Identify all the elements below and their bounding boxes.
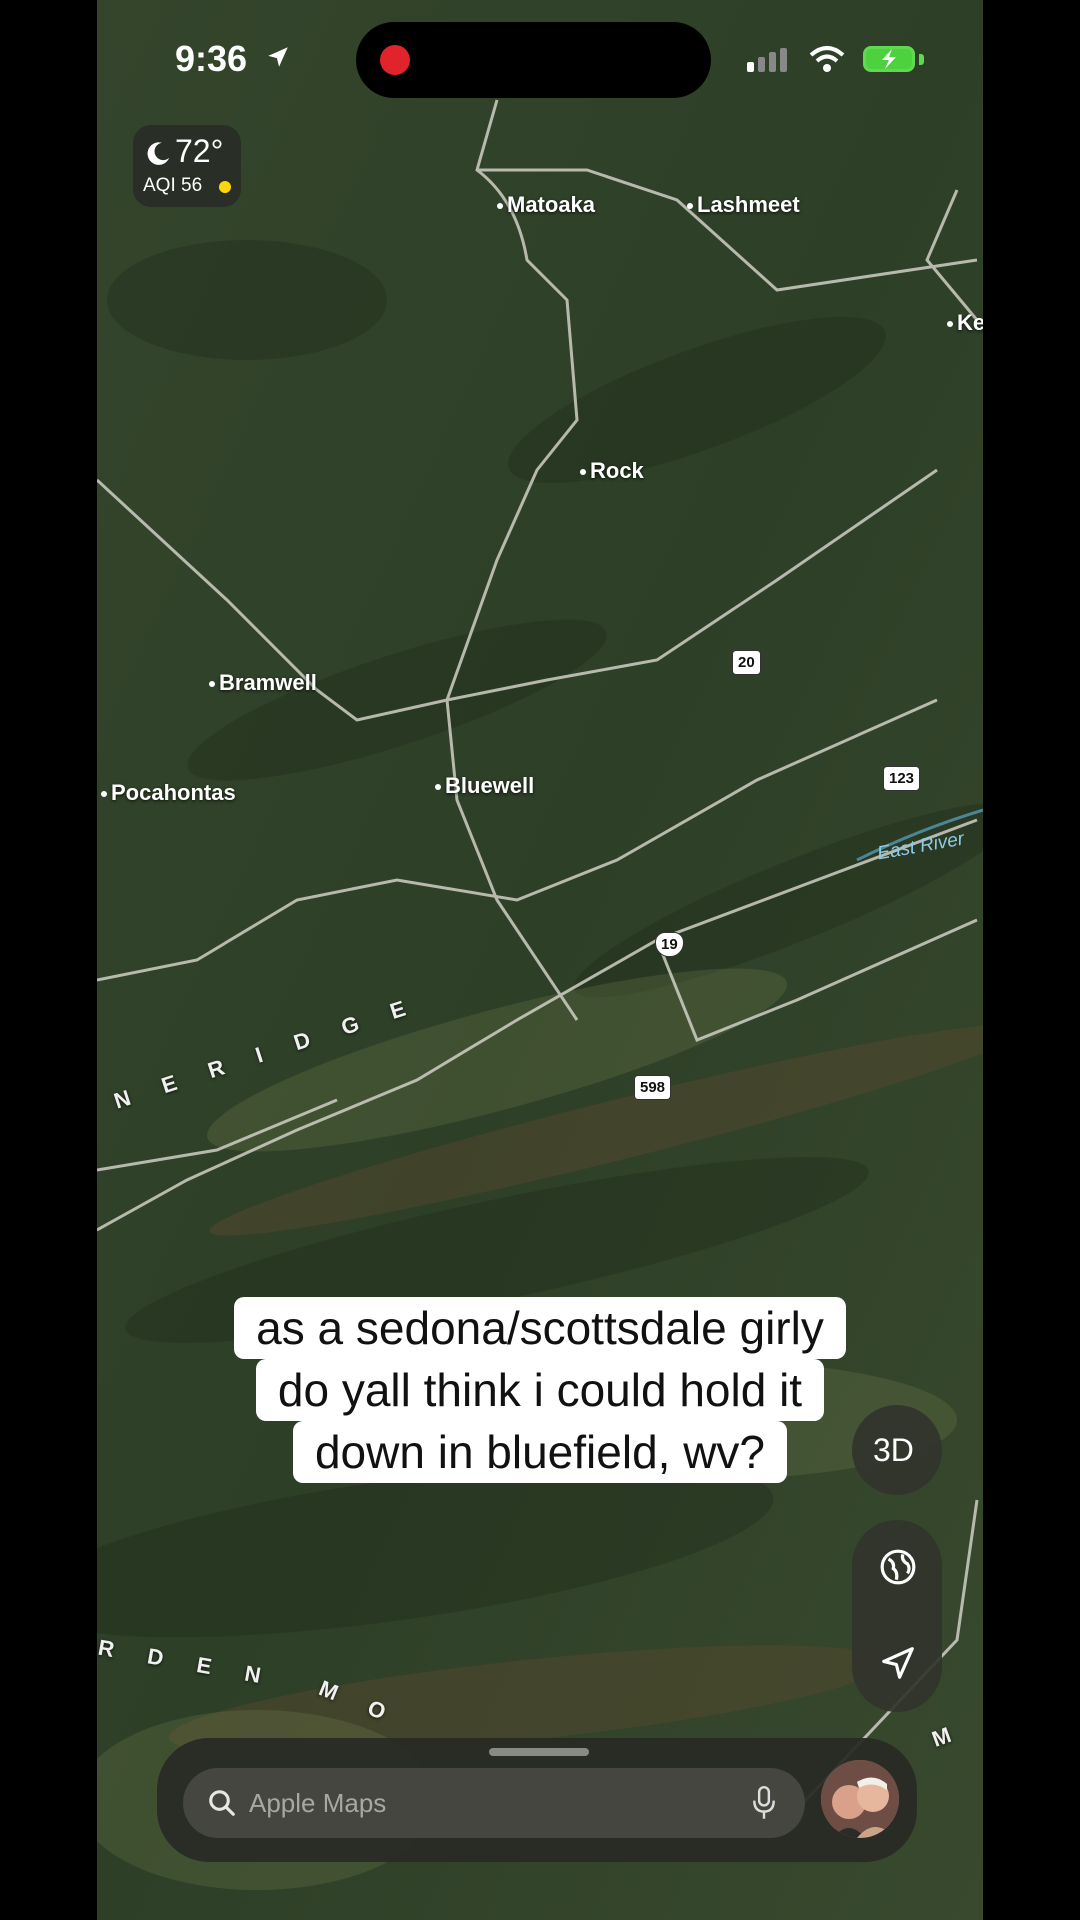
- search-icon: [209, 1790, 235, 1816]
- route-shield: 123: [883, 766, 921, 791]
- place-label[interactable]: Pocahontas: [101, 780, 236, 806]
- cellular-signal-icon: [747, 48, 787, 72]
- aqi-value: AQI 56: [143, 175, 203, 196]
- caption-line-1-row: as a sedona/scottsdale girly: [97, 1297, 983, 1359]
- search-panel: Apple Maps: [157, 1738, 917, 1862]
- location-arrow-icon[interactable]: [879, 1644, 917, 1682]
- caption-line-2: do yall think i could hold it: [255, 1359, 825, 1421]
- dynamic-island: [356, 22, 711, 98]
- caption-line-2-row: do yall think i could hold it: [97, 1359, 983, 1421]
- weather-widget[interactable]: 72° AQI 56: [133, 125, 241, 207]
- search-input[interactable]: Apple Maps: [183, 1768, 805, 1838]
- temperature: 72°: [175, 133, 224, 169]
- location-arrow-icon: [268, 47, 288, 67]
- profile-avatar[interactable]: [821, 1760, 899, 1838]
- place-label[interactable]: Lashmeet: [687, 192, 800, 218]
- battery-cap: [919, 54, 924, 65]
- avatar-photo: [821, 1760, 899, 1838]
- microphone-icon[interactable]: [751, 1786, 777, 1820]
- caption-line-1: as a sedona/scottsdale girly: [234, 1297, 846, 1359]
- place-label[interactable]: Bramwell: [209, 670, 317, 696]
- place-label[interactable]: Ke: [946, 310, 983, 336]
- route-shield: 598: [634, 1075, 672, 1100]
- search-placeholder: Apple Maps: [249, 1788, 387, 1818]
- battery-icon: [863, 46, 915, 72]
- globe-icon[interactable]: [879, 1548, 917, 1586]
- status-bar: 9:36: [97, 0, 983, 110]
- route-shield: 20: [732, 650, 761, 675]
- maps-screen: 9:36 72° AQI 56 Matoaka Lashmeet Ke Rock…: [97, 0, 983, 1920]
- map-controls: [852, 1520, 942, 1712]
- moon-icon: [147, 142, 170, 165]
- sheet-grabber[interactable]: [489, 1748, 589, 1756]
- wifi-icon: [809, 46, 845, 72]
- place-label[interactable]: Rock: [580, 458, 644, 484]
- route-shield: 19: [655, 932, 684, 957]
- caption-line-3-row: down in bluefield, wv?: [97, 1421, 983, 1483]
- aqi-indicator-icon: [219, 181, 231, 193]
- recording-dot-icon: [380, 45, 410, 75]
- place-label[interactable]: Matoaka: [496, 192, 595, 218]
- caption-line-3: down in bluefield, wv?: [292, 1421, 788, 1483]
- place-label[interactable]: Bluewell: [434, 773, 534, 799]
- status-time: 9:36: [175, 38, 248, 79]
- satellite-map[interactable]: [97, 0, 983, 1920]
